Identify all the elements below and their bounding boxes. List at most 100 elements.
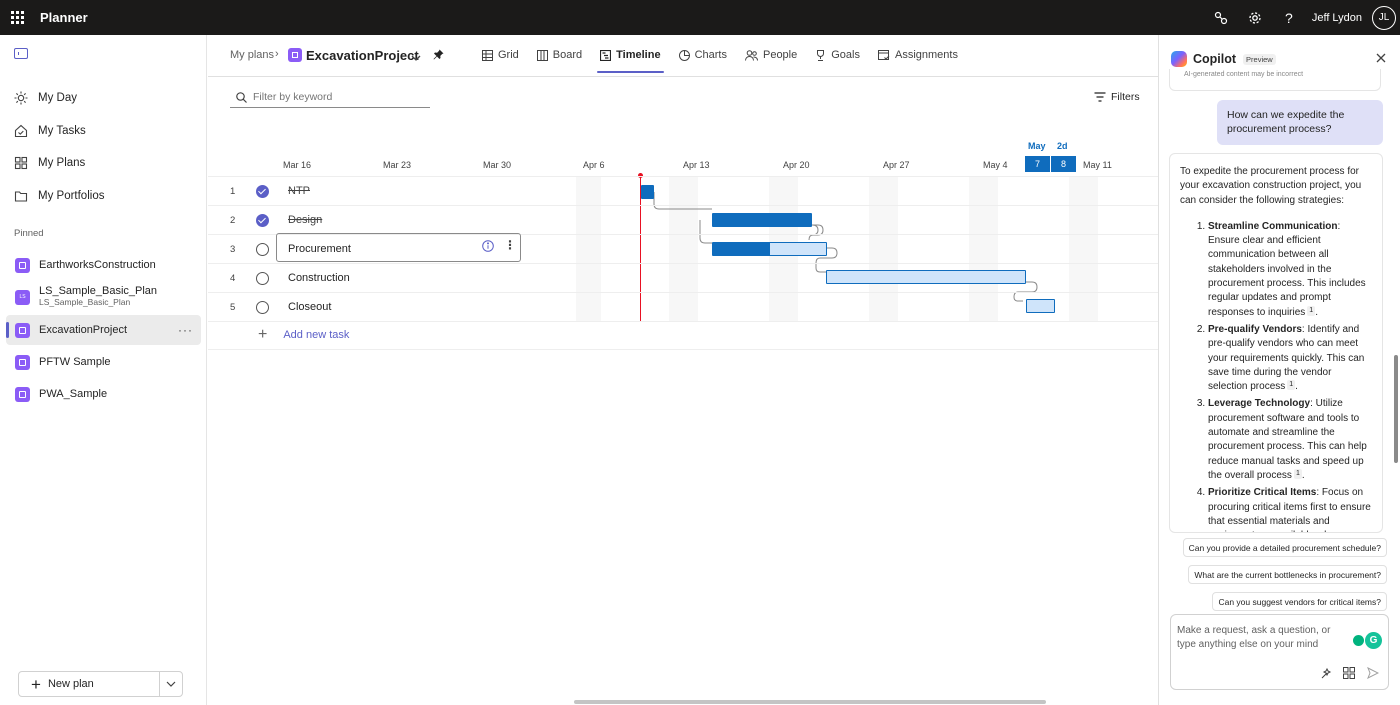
pinned-plan-pwa-sample[interactable]: PWA_Sample: [6, 379, 201, 409]
sun-icon: [14, 91, 28, 105]
sidebar-item-label: My Portfolios: [38, 190, 105, 202]
task-complete-checkbox[interactable]: [256, 214, 269, 227]
week-label: Apr 13: [683, 160, 710, 170]
sidebar-item-my-day[interactable]: My Day: [14, 88, 77, 108]
lightbulb-icon[interactable]: [1353, 635, 1364, 646]
task-name[interactable]: Design: [288, 214, 322, 226]
copilot-response: To expedite the procurement process for …: [1169, 153, 1383, 533]
table-row[interactable]: 2 Design: [208, 205, 1158, 234]
chart-icon: [678, 49, 690, 61]
app-launcher-icon[interactable]: [0, 0, 34, 35]
month-label: May: [1028, 141, 1046, 151]
apps-icon[interactable]: [1343, 667, 1355, 682]
task-name[interactable]: NTP: [288, 185, 310, 197]
sidebar-item-my-plans[interactable]: My Plans: [14, 153, 85, 173]
close-icon[interactable]: [1376, 52, 1386, 66]
plan-title[interactable]: ExcavationProject: [306, 48, 419, 63]
breadcrumb-my-plans[interactable]: My plans: [230, 49, 274, 61]
help-icon[interactable]: ?: [1272, 0, 1306, 35]
copilot-input-box: G: [1170, 614, 1389, 690]
task-complete-checkbox[interactable]: [256, 243, 269, 256]
sidebar-item-label: My Plans: [38, 157, 86, 169]
copilot-scrollbar[interactable]: [1394, 355, 1398, 463]
horizontal-scrollbar[interactable]: [574, 700, 1046, 704]
row-number: 4: [230, 273, 236, 284]
new-plan-button[interactable]: + New plan: [19, 672, 160, 696]
folder-icon: [14, 191, 28, 202]
tab-goals[interactable]: Goals: [806, 37, 869, 73]
grammarly-icon[interactable]: G: [1365, 632, 1382, 649]
grid-icon: [14, 156, 28, 170]
new-plan-split-button: + New plan: [18, 671, 183, 697]
plus-icon: +: [258, 326, 268, 343]
suggestion-chip[interactable]: Can you suggest vendors for critical ite…: [1212, 592, 1387, 611]
filter-keyword-input[interactable]: [253, 91, 423, 103]
chevron-down-icon[interactable]: [411, 50, 421, 64]
user-message: How can we expedite the procurement proc…: [1217, 100, 1383, 145]
pinned-plan-ls-sample-basic-plan[interactable]: LS LS_Sample_Basic_Plan LS_Sample_Basic_…: [6, 282, 201, 312]
sidebar-item-my-tasks[interactable]: My Tasks: [14, 121, 86, 141]
add-new-task-button[interactable]: + Add new task: [258, 326, 349, 344]
sparkle-prompts-icon[interactable]: [1320, 667, 1333, 683]
table-row[interactable]: 5 Closeout: [208, 292, 1158, 321]
tab-label: Board: [552, 49, 583, 61]
new-plan-dropdown-chevron-icon[interactable]: [160, 681, 182, 687]
citation-badge[interactable]: 1: [1287, 380, 1296, 391]
citation-badge[interactable]: 1: [1307, 305, 1316, 316]
more-vertical-icon[interactable]: ⋮: [504, 238, 516, 252]
tab-people[interactable]: People: [736, 37, 806, 73]
pinned-plan-earthworksconstruction[interactable]: EarthworksConstruction: [6, 250, 201, 280]
top-bar: Planner ? Jeff Lydon JL: [0, 0, 1400, 35]
goal-icon: [817, 49, 825, 61]
tab-grid[interactable]: Grid: [473, 37, 528, 73]
app-name[interactable]: Planner: [40, 10, 88, 25]
pinned-plan-label: ExcavationProject: [39, 324, 128, 336]
add-task-row[interactable]: [208, 321, 1158, 350]
gear-icon[interactable]: [1238, 0, 1272, 35]
add-new-task-label: Add new task: [283, 329, 350, 341]
chevron-right-icon: ›: [275, 48, 279, 60]
filters-label: Filters: [1111, 91, 1140, 103]
info-icon[interactable]: [482, 240, 494, 255]
selected-day[interactable]: 8: [1051, 156, 1076, 172]
task-complete-checkbox[interactable]: [256, 185, 269, 198]
plan-icon: [15, 322, 30, 338]
collapse-sidebar-icon[interactable]: [14, 48, 28, 59]
task-name[interactable]: Construction: [288, 272, 350, 284]
pinned-plan-pftw-sample[interactable]: PFTW Sample: [6, 347, 201, 377]
copilot-prompt-input[interactable]: [1177, 624, 1352, 656]
tab-label: Timeline: [616, 49, 661, 61]
share-link-icon[interactable]: [1204, 0, 1238, 35]
task-complete-checkbox[interactable]: [256, 301, 269, 314]
tab-board[interactable]: Board: [528, 37, 591, 73]
tab-label: Goals: [831, 49, 860, 61]
task-name[interactable]: Closeout: [288, 301, 331, 313]
assignments-icon: [878, 49, 890, 60]
suggestion-chip[interactable]: Can you provide a detailed procurement s…: [1182, 538, 1387, 557]
plan-icon: [15, 386, 30, 402]
filters-button[interactable]: Filters: [1094, 91, 1140, 103]
pinned-plan-excavationproject[interactable]: ExcavationProject ···: [6, 315, 201, 345]
tab-assignments[interactable]: Assignments: [869, 37, 967, 73]
plan-badge-icon: LS: [15, 289, 30, 305]
sidebar-item-my-portfolios[interactable]: My Portfolios: [14, 186, 104, 206]
pin-icon[interactable]: [433, 49, 444, 63]
more-options-icon[interactable]: ···: [178, 323, 193, 337]
send-icon[interactable]: [1367, 666, 1380, 682]
tab-timeline[interactable]: Timeline: [591, 37, 669, 73]
tab-label: People: [762, 49, 798, 61]
citation-badge[interactable]: 1: [1293, 468, 1302, 479]
selected-day[interactable]: 7: [1025, 156, 1050, 172]
avatar[interactable]: JL: [1372, 5, 1396, 30]
tab-charts[interactable]: Charts: [670, 37, 736, 73]
sidebar-item-label: My Tasks: [38, 125, 86, 137]
table-row[interactable]: 4 Construction: [208, 263, 1158, 292]
pinned-heading: Pinned: [14, 228, 44, 239]
preview-badge: Preview: [1243, 53, 1276, 65]
copilot-header: Copilot Preview: [1171, 51, 1276, 67]
task-complete-checkbox[interactable]: [256, 272, 269, 285]
suggestion-chip[interactable]: What are the current bottlenecks in proc…: [1188, 565, 1387, 584]
user-name: Jeff Lydon: [1311, 11, 1362, 24]
copilot-pane: Copilot Preview AI-generated content may…: [1158, 35, 1400, 705]
table-row[interactable]: 1 NTP: [208, 176, 1158, 205]
